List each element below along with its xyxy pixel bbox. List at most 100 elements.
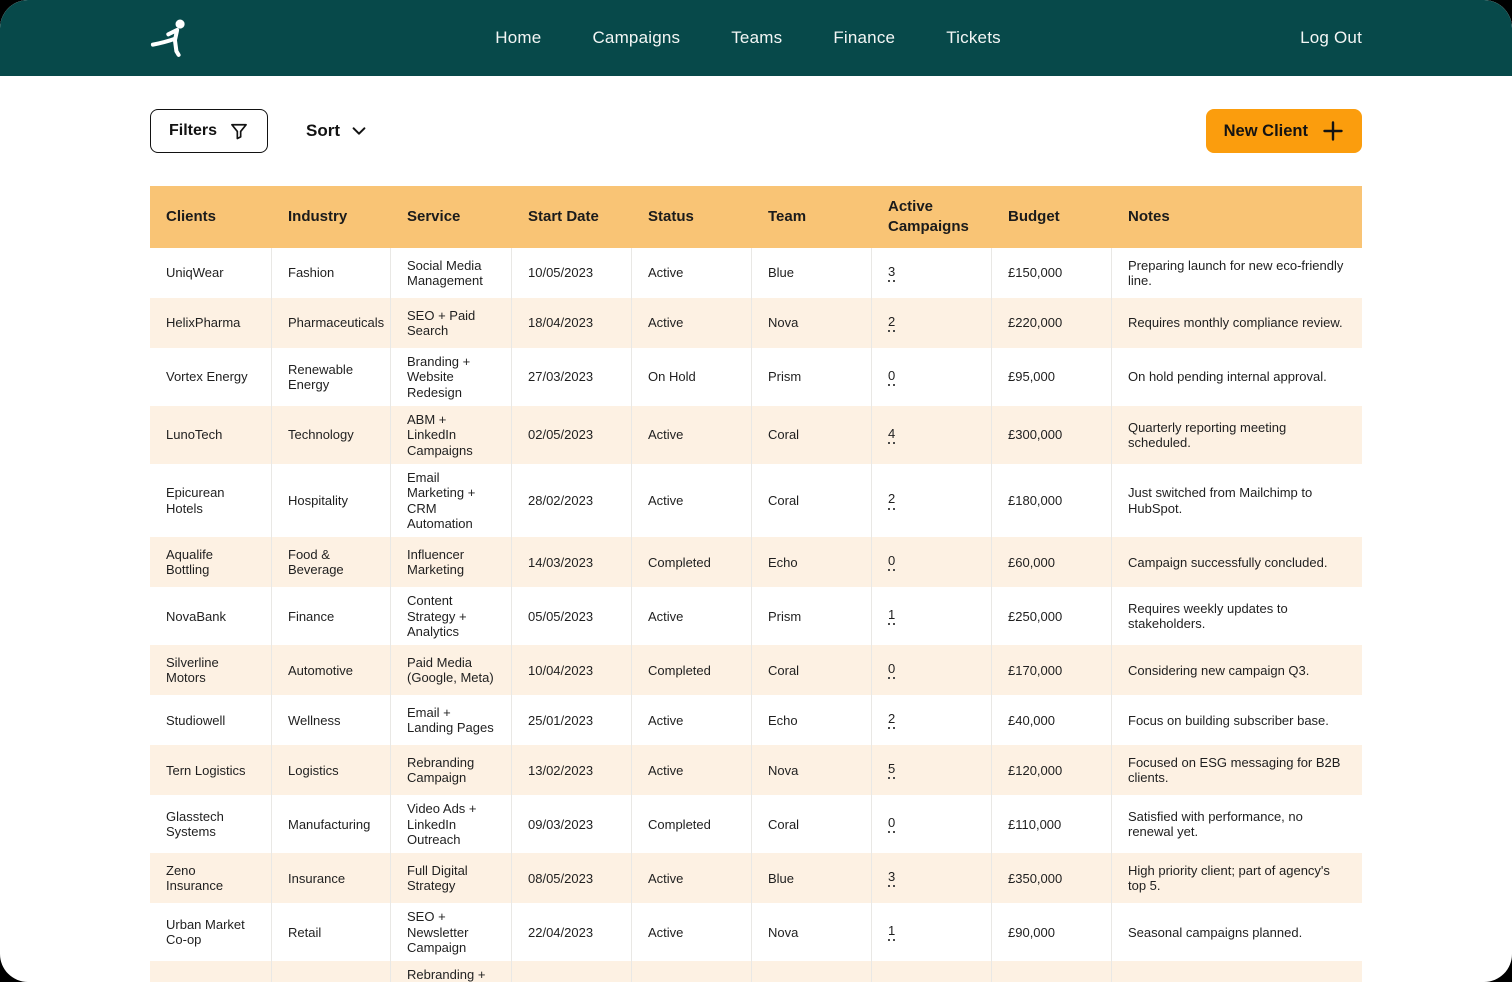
cell-client: Urban Market Co-op (150, 903, 272, 961)
nav-item-teams[interactable]: Teams (731, 28, 782, 48)
active-campaigns-value[interactable]: 1 (888, 607, 895, 625)
nav-item-tickets[interactable]: Tickets (946, 28, 1001, 48)
cell-industry: Hospitality (272, 464, 391, 537)
table-row[interactable]: Zeno Insurance Insurance Full Digital St… (150, 853, 1362, 903)
active-campaigns-value[interactable]: 4 (888, 426, 895, 444)
cell-start-date: 09/03/2023 (512, 795, 632, 853)
column-header-budget: Budget (992, 199, 1112, 235)
cell-active-campaigns: 0 (872, 537, 992, 587)
cell-notes: Considering new campaign Q3. (1112, 645, 1362, 695)
nav-item-finance[interactable]: Finance (833, 28, 895, 48)
cell-active-campaigns: 5 (872, 745, 992, 795)
cell-budget: £40,000 (992, 695, 1112, 745)
cell-start-date: 22/04/2023 (512, 903, 632, 961)
cell-team: Coral (752, 795, 872, 853)
cell-status: Completed (632, 537, 752, 587)
active-campaigns-value[interactable]: 0 (888, 368, 895, 386)
cell-industry: Insurance (272, 853, 391, 903)
table-row[interactable]: HelixPharma Pharmaceuticals SEO + Paid S… (150, 298, 1362, 348)
top-navigation-bar: Home Campaigns Teams Finance Tickets Log… (0, 0, 1512, 76)
nav-item-campaigns[interactable]: Campaigns (592, 28, 680, 48)
cell-notes: On hold pending internal approval. (1112, 348, 1362, 406)
column-header-start-date: Start Date (512, 199, 632, 235)
cell-team: Prism (752, 348, 872, 406)
nav-item-home[interactable]: Home (495, 28, 541, 48)
active-campaigns-value[interactable]: 5 (888, 761, 895, 779)
cell-status: Active (632, 464, 752, 537)
table-row[interactable]: AeroFleet Aviation Rebranding + Press Ou… (150, 961, 1362, 982)
cell-start-date: 27/03/2023 (512, 348, 632, 406)
cell-start-date: 12/01/2023 (512, 961, 632, 982)
table-row[interactable]: Glasstech Systems Manufacturing Video Ad… (150, 795, 1362, 853)
cell-start-date: 18/04/2023 (512, 298, 632, 348)
new-client-button[interactable]: New Client (1206, 109, 1362, 153)
cell-service: Email Marketing + CRM Automation (391, 464, 512, 537)
cell-status: Active (632, 695, 752, 745)
cell-service: Influencer Marketing (391, 537, 512, 587)
cell-client: UniqWear (150, 248, 272, 298)
table-row[interactable]: Studiowell Wellness Email + Landing Page… (150, 695, 1362, 745)
cell-active-campaigns: 1 (872, 587, 992, 645)
active-campaigns-value[interactable]: 1 (888, 923, 895, 941)
active-campaigns-value[interactable]: 0 (888, 661, 895, 679)
cell-active-campaigns: 2 (872, 298, 992, 348)
cell-industry: Automotive (272, 645, 391, 695)
cell-notes: Requires monthly compliance review. (1112, 298, 1362, 348)
cell-start-date: 08/05/2023 (512, 853, 632, 903)
table-row[interactable]: Urban Market Co-op Retail SEO + Newslett… (150, 903, 1362, 961)
column-header-status: Status (632, 199, 752, 235)
runner-logo-icon (150, 14, 196, 62)
cell-notes: Focused on ESG messaging for B2B clients… (1112, 745, 1362, 795)
cell-client: AeroFleet (150, 961, 272, 982)
cell-budget: £90,000 (992, 903, 1112, 961)
cell-active-campaigns: 3 (872, 248, 992, 298)
cell-status: Active (632, 853, 752, 903)
cell-service: Paid Media (Google, Meta) (391, 645, 512, 695)
table-row[interactable]: Epicurean Hotels Hospitality Email Marke… (150, 464, 1362, 537)
active-campaigns-value[interactable]: 3 (888, 869, 895, 887)
cell-client: HelixPharma (150, 298, 272, 348)
active-campaigns-value[interactable]: 0 (888, 815, 895, 833)
cell-budget: £250,000 (992, 587, 1112, 645)
table-row[interactable]: UniqWear Fashion Social Media Management… (150, 248, 1362, 298)
cell-service: Video Ads + LinkedIn Outreach (391, 795, 512, 853)
cell-team: Blue (752, 248, 872, 298)
logout-link[interactable]: Log Out (1300, 28, 1362, 48)
cell-start-date: 05/05/2023 (512, 587, 632, 645)
column-header-industry: Industry (272, 199, 391, 235)
cell-client: Studiowell (150, 695, 272, 745)
cell-budget: £300,000 (992, 406, 1112, 464)
cell-budget: £120,000 (992, 745, 1112, 795)
active-campaigns-value[interactable]: 2 (888, 711, 895, 729)
cell-budget: £95,000 (992, 348, 1112, 406)
table-row[interactable]: Silverline Motors Automotive Paid Media … (150, 645, 1362, 695)
cell-client: Tern Logistics (150, 745, 272, 795)
cell-client: Zeno Insurance (150, 853, 272, 903)
cell-budget: £150,000 (992, 248, 1112, 298)
cell-notes: Preparing launch for new eco-friendly li… (1112, 248, 1362, 298)
cell-industry: Food & Beverage (272, 537, 391, 587)
active-campaigns-value[interactable]: 0 (888, 553, 895, 571)
table-row[interactable]: NovaBank Finance Content Strategy + Anal… (150, 587, 1362, 645)
table-row[interactable]: Tern Logistics Logistics Rebranding Camp… (150, 745, 1362, 795)
table-row[interactable]: Aqualife Bottling Food & Beverage Influe… (150, 537, 1362, 587)
active-campaigns-value[interactable]: 3 (888, 264, 895, 282)
cell-notes: Seasonal campaigns planned. (1112, 903, 1362, 961)
table-row[interactable]: LunoTech Technology ABM + LinkedIn Campa… (150, 406, 1362, 464)
cell-industry: Technology (272, 406, 391, 464)
cell-industry: Pharmaceuticals (272, 298, 391, 348)
filters-button[interactable]: Filters (150, 109, 268, 153)
new-client-button-label: New Client (1224, 122, 1308, 141)
cell-team: Nova (752, 745, 872, 795)
cell-team: Echo (752, 695, 872, 745)
funnel-icon (229, 121, 249, 141)
toolbar: Filters Sort New Client (150, 109, 1362, 153)
active-campaigns-value[interactable]: 2 (888, 491, 895, 509)
cell-service: ABM + LinkedIn Campaigns (391, 406, 512, 464)
active-campaigns-value[interactable]: 2 (888, 314, 895, 332)
sort-control[interactable]: Sort (306, 121, 368, 141)
table-row[interactable]: Vortex Energy Renewable Energy Branding … (150, 348, 1362, 406)
cell-service: Social Media Management (391, 248, 512, 298)
cell-notes: Focus on building subscriber base. (1112, 695, 1362, 745)
cell-service: Rebranding + Press Outreach (391, 961, 512, 982)
